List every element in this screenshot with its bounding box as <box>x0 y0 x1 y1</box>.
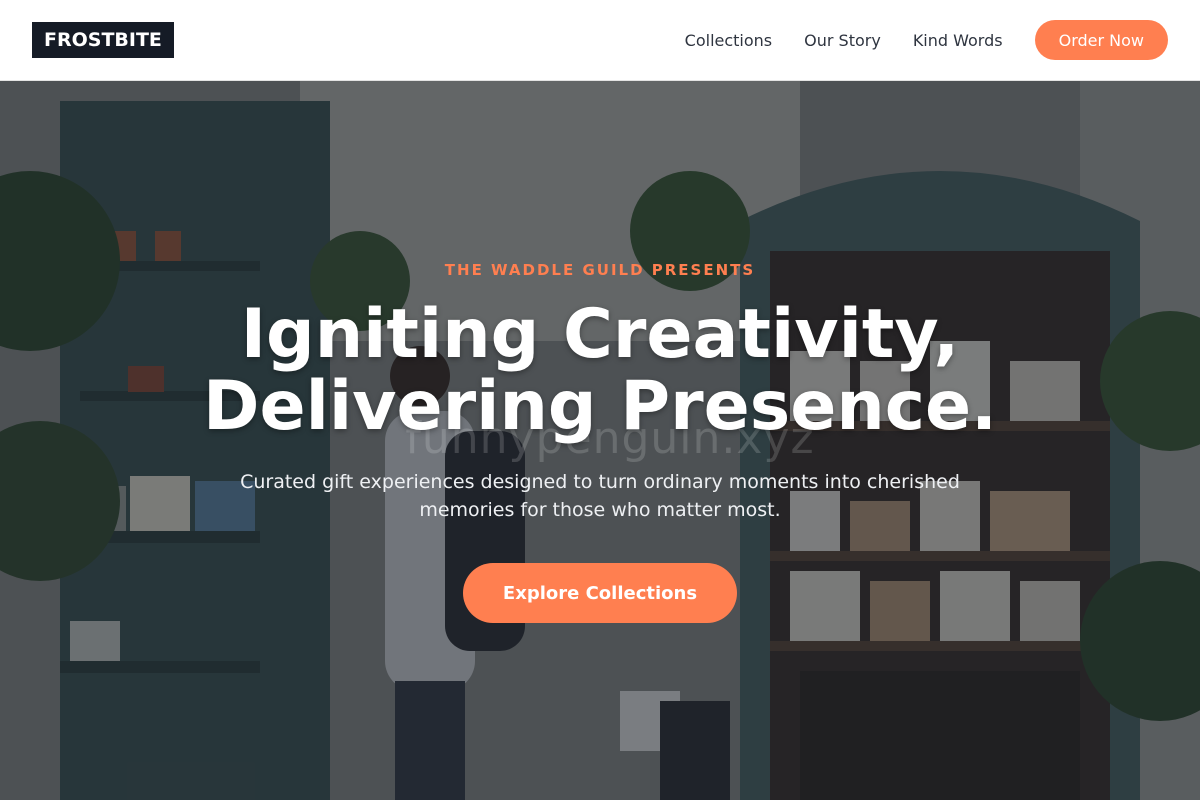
headline-line-1: Igniting Creativity, <box>240 295 960 374</box>
hero-eyebrow: THE WADDLE GUILD PRESENTS <box>444 261 756 279</box>
nav-link-our-story[interactable]: Our Story <box>804 31 881 50</box>
hero-content: THE WADDLE GUILD PRESENTS Igniting Creat… <box>0 81 1200 800</box>
main-nav: Collections Our Story Kind Words Order N… <box>685 20 1168 60</box>
nav-link-collections[interactable]: Collections <box>685 31 772 50</box>
hero-section: funnypenguin.xyz THE WADDLE GUILD PRESEN… <box>0 81 1200 800</box>
headline-line-2: Delivering Presence. <box>203 367 997 446</box>
explore-collections-button[interactable]: Explore Collections <box>463 563 737 623</box>
nav-link-kind-words[interactable]: Kind Words <box>913 31 1003 50</box>
site-header: FROSTBITE Collections Our Story Kind Wor… <box>0 0 1200 81</box>
hero-headline: Igniting Creativity, Delivering Presence… <box>0 299 1200 443</box>
hero-subtext: Curated gift experiences designed to tur… <box>240 471 960 521</box>
brand-logo[interactable]: FROSTBITE <box>32 22 174 58</box>
order-now-button[interactable]: Order Now <box>1034 20 1168 60</box>
